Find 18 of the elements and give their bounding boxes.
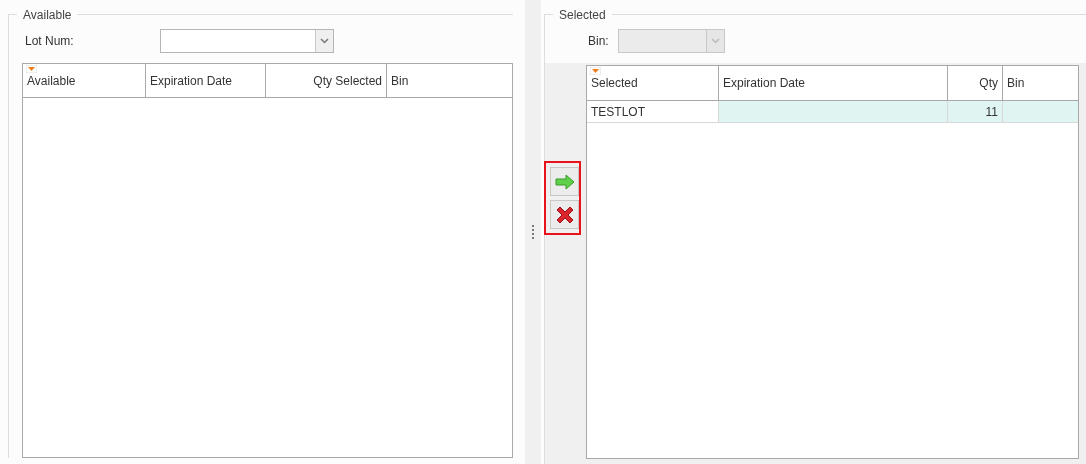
field-label: Bin:: [588, 34, 610, 48]
column-header[interactable]: Expiration Date: [146, 64, 266, 97]
remove-button[interactable]: [550, 200, 579, 229]
column-header[interactable]: Available: [23, 64, 146, 97]
splitter-grip-icon[interactable]: [531, 224, 535, 240]
column-header[interactable]: Bin: [1003, 66, 1078, 100]
column-header[interactable]: Bin: [387, 64, 512, 97]
field-label: Lot Num:: [25, 34, 75, 48]
chevron-down-icon: [320, 38, 329, 44]
table-cell: 11: [948, 101, 1003, 122]
column-header[interactable]: Qty Selected: [266, 64, 387, 97]
dropdown-field[interactable]: [160, 29, 334, 53]
column-header[interactable]: Selected: [587, 66, 719, 100]
chevron-down-icon: [711, 38, 720, 44]
column-header[interactable]: Qty: [948, 66, 1003, 100]
arrow-right-icon: [554, 173, 575, 190]
close-icon: [554, 204, 575, 225]
column-header[interactable]: Expiration Date: [719, 66, 948, 100]
